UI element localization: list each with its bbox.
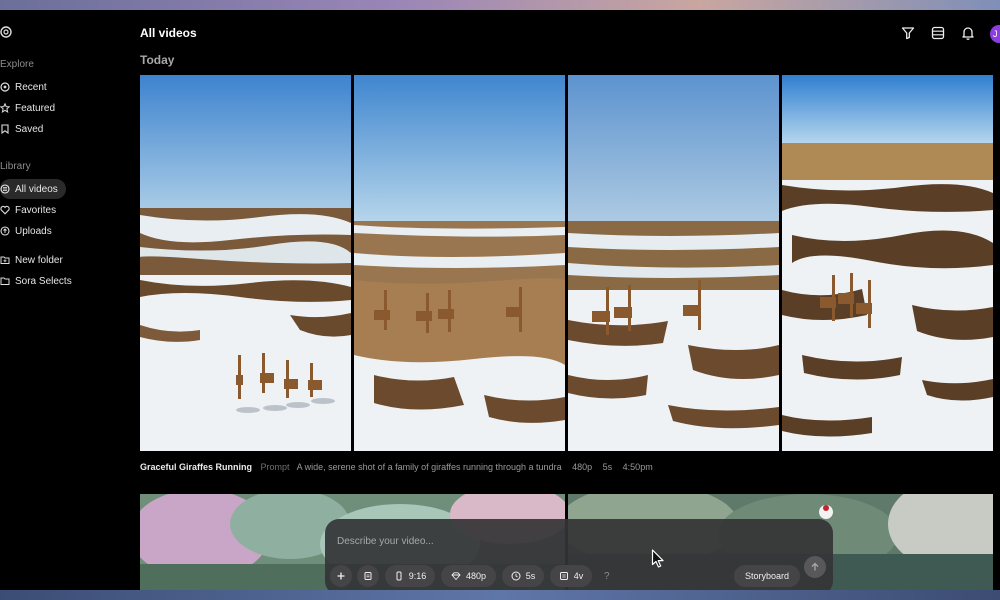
sidebar-item-label: Featured bbox=[15, 102, 56, 114]
sidebar-item-label: All videos bbox=[15, 183, 58, 195]
add-button[interactable] bbox=[330, 565, 352, 587]
upload-icon bbox=[0, 226, 10, 236]
page-title: All videos bbox=[140, 26, 197, 40]
sidebar-item-featured[interactable]: Featured bbox=[0, 98, 63, 118]
bookmark-icon bbox=[0, 124, 10, 134]
document-icon bbox=[364, 572, 372, 580]
video-title[interactable]: Graceful Giraffes Running bbox=[140, 462, 252, 472]
variations-button[interactable]: 4v bbox=[550, 565, 592, 587]
submit-button[interactable] bbox=[804, 556, 826, 578]
resolution-button[interactable]: 480p bbox=[441, 565, 496, 587]
library-section-label: Library bbox=[0, 161, 31, 172]
plus-icon bbox=[337, 572, 345, 580]
resolution-value: 480p bbox=[465, 571, 487, 581]
sidebar-item-label: New folder bbox=[15, 254, 63, 266]
sidebar-item-label: Saved bbox=[15, 123, 44, 135]
folder-icon bbox=[0, 276, 10, 286]
list-view-icon[interactable] bbox=[930, 25, 946, 41]
star-icon bbox=[0, 103, 10, 113]
recent-icon bbox=[0, 82, 10, 92]
prompt-composer: 9:16 480p 5s 4v ? Storyboard bbox=[325, 519, 833, 595]
window-frame-top bbox=[0, 0, 1000, 10]
describe-video-input[interactable] bbox=[337, 533, 757, 549]
sidebar-item-label: Recent bbox=[15, 81, 47, 93]
videos-icon bbox=[0, 184, 10, 194]
heart-icon bbox=[0, 205, 10, 215]
app-window: Explore Recent Featured Saved Library Al… bbox=[0, 10, 1000, 595]
prompt-label: Prompt bbox=[260, 462, 290, 472]
sidebar-item-saved[interactable]: Saved bbox=[0, 119, 51, 139]
sidebar-item-favorites[interactable]: Favorites bbox=[0, 200, 64, 220]
help-button[interactable]: ? bbox=[604, 565, 610, 587]
sidebar-item-label: Favorites bbox=[15, 204, 57, 216]
phone-portrait-icon bbox=[396, 571, 402, 581]
storyboard-button[interactable]: Storyboard bbox=[734, 565, 800, 587]
variations-value: 4v bbox=[573, 571, 584, 581]
sidebar: Explore Recent Featured Saved Library Al… bbox=[0, 10, 130, 590]
duration-button[interactable]: 5s bbox=[502, 565, 544, 587]
preset-button[interactable] bbox=[357, 565, 379, 587]
video-caption: Graceful Giraffes Running Prompt A wide,… bbox=[140, 462, 653, 472]
video-thumbnail[interactable] bbox=[140, 75, 351, 451]
sidebar-item-label: Uploads bbox=[15, 225, 52, 237]
sidebar-item-label: Sora Selects bbox=[15, 275, 72, 287]
window-frame-bottom bbox=[0, 590, 1000, 600]
bell-icon[interactable] bbox=[960, 25, 976, 41]
aspect-ratio-value: 9:16 bbox=[408, 571, 427, 581]
filter-icon[interactable] bbox=[900, 25, 916, 41]
sidebar-item-sora-selects[interactable]: Sora Selects bbox=[0, 271, 80, 291]
prompt-text: A wide, serene shot of a family of giraf… bbox=[296, 462, 562, 472]
video-thumbnail[interactable] bbox=[782, 75, 993, 451]
video-resolution: 480p bbox=[572, 462, 593, 472]
video-thumbnail[interactable] bbox=[354, 75, 565, 451]
variations-icon bbox=[559, 572, 568, 580]
sidebar-item-new-folder[interactable]: New folder bbox=[0, 250, 71, 270]
sora-logo-icon[interactable] bbox=[0, 25, 12, 39]
explore-section-label: Explore bbox=[0, 59, 34, 70]
diamond-icon bbox=[451, 572, 461, 581]
mouse-cursor-icon bbox=[651, 549, 665, 569]
clock-icon bbox=[511, 571, 521, 581]
folder-plus-icon bbox=[0, 255, 10, 265]
video-time: 4:50pm bbox=[622, 462, 653, 472]
avatar[interactable]: J bbox=[990, 25, 1000, 43]
sidebar-item-uploads[interactable]: Uploads bbox=[0, 221, 60, 241]
arrow-up-icon bbox=[811, 562, 819, 571]
video-thumbnail[interactable] bbox=[568, 75, 779, 451]
duration-value: 5s bbox=[525, 571, 536, 581]
sidebar-item-all-videos[interactable]: All videos bbox=[0, 179, 66, 199]
aspect-ratio-button[interactable]: 9:16 bbox=[385, 565, 435, 587]
sidebar-item-recent[interactable]: Recent bbox=[0, 77, 55, 97]
section-heading-today: Today bbox=[140, 53, 175, 67]
video-duration: 5s bbox=[602, 462, 613, 472]
